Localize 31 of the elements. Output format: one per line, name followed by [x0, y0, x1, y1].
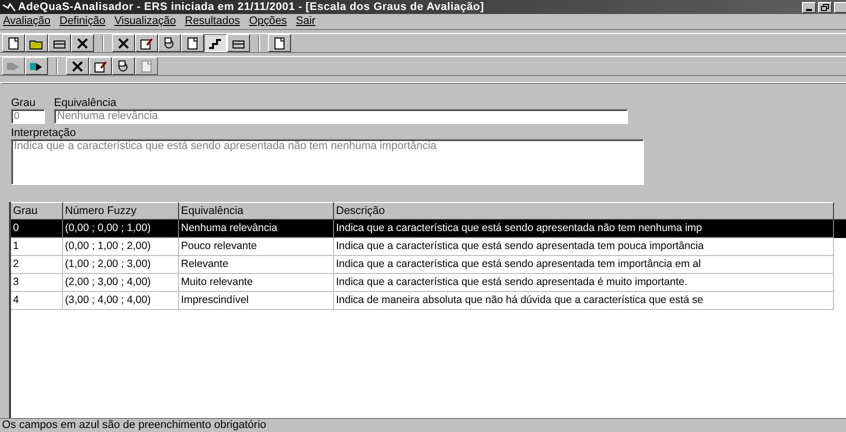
- app-icon: [2, 2, 16, 12]
- window-title: AdeQuaS-Analisador - ERS iniciada em 21/11/2001 - [Escala dos Graus de Avaliação]: [18, 0, 484, 15]
- menu-item[interactable]: Resultados: [184, 13, 240, 30]
- grau-field[interactable]: 0: [11, 109, 45, 124]
- table-cell: Imprescindível: [179, 292, 334, 310]
- menu-item[interactable]: Opções: [248, 13, 287, 30]
- menu-item[interactable]: Avaliação: [3, 13, 50, 30]
- toolbar-button[interactable]: [204, 34, 227, 52]
- minimize-button[interactable]: [802, 2, 816, 12]
- equivalence-field[interactable]: Nenhuma relevância: [54, 109, 628, 124]
- column-header[interactable]: Número Fuzzy: [63, 202, 179, 219]
- status-text: Os campos em azul são de preenchimento obrigatório: [1, 419, 268, 432]
- field-label: Interpretação: [11, 128, 76, 139]
- interpretation-field[interactable]: Indica que a característica que está sendo apresentada não tem nenhuma importância: [11, 139, 644, 185]
- close-button[interactable]: [834, 2, 846, 12]
- field-label: Equivalência: [54, 98, 118, 109]
- restore-button[interactable]: [818, 2, 832, 12]
- table-cell: (3,00 ; 4,00 ; 4,00): [63, 292, 179, 310]
- table-cell: 4: [11, 292, 63, 310]
- menu-item[interactable]: Sair: [296, 13, 316, 30]
- column-header[interactable]: Descrição: [334, 202, 834, 219]
- minimize-icon: [806, 8, 812, 10]
- restore-icon: [821, 4, 829, 10]
- column-header[interactable]: Equivalência: [179, 202, 334, 219]
- cross-icon: [75, 36, 90, 50]
- column-header[interactable]: Grau: [11, 202, 63, 219]
- field-label: Grau: [11, 98, 36, 109]
- table-row[interactable]: 0 (0,00 ; 0,00 ; 1,00) Nenhuma relevância Indica que a característica que está sendo apresentada não tem nenhuma imp: [11, 220, 846, 238]
- table-cell: Indica de maneira absoluta que não há dúvida que a característica que está se: [334, 292, 834, 310]
- menu-item[interactable]: Visualização: [114, 13, 176, 30]
- menu-item[interactable]: Definição: [60, 13, 106, 30]
